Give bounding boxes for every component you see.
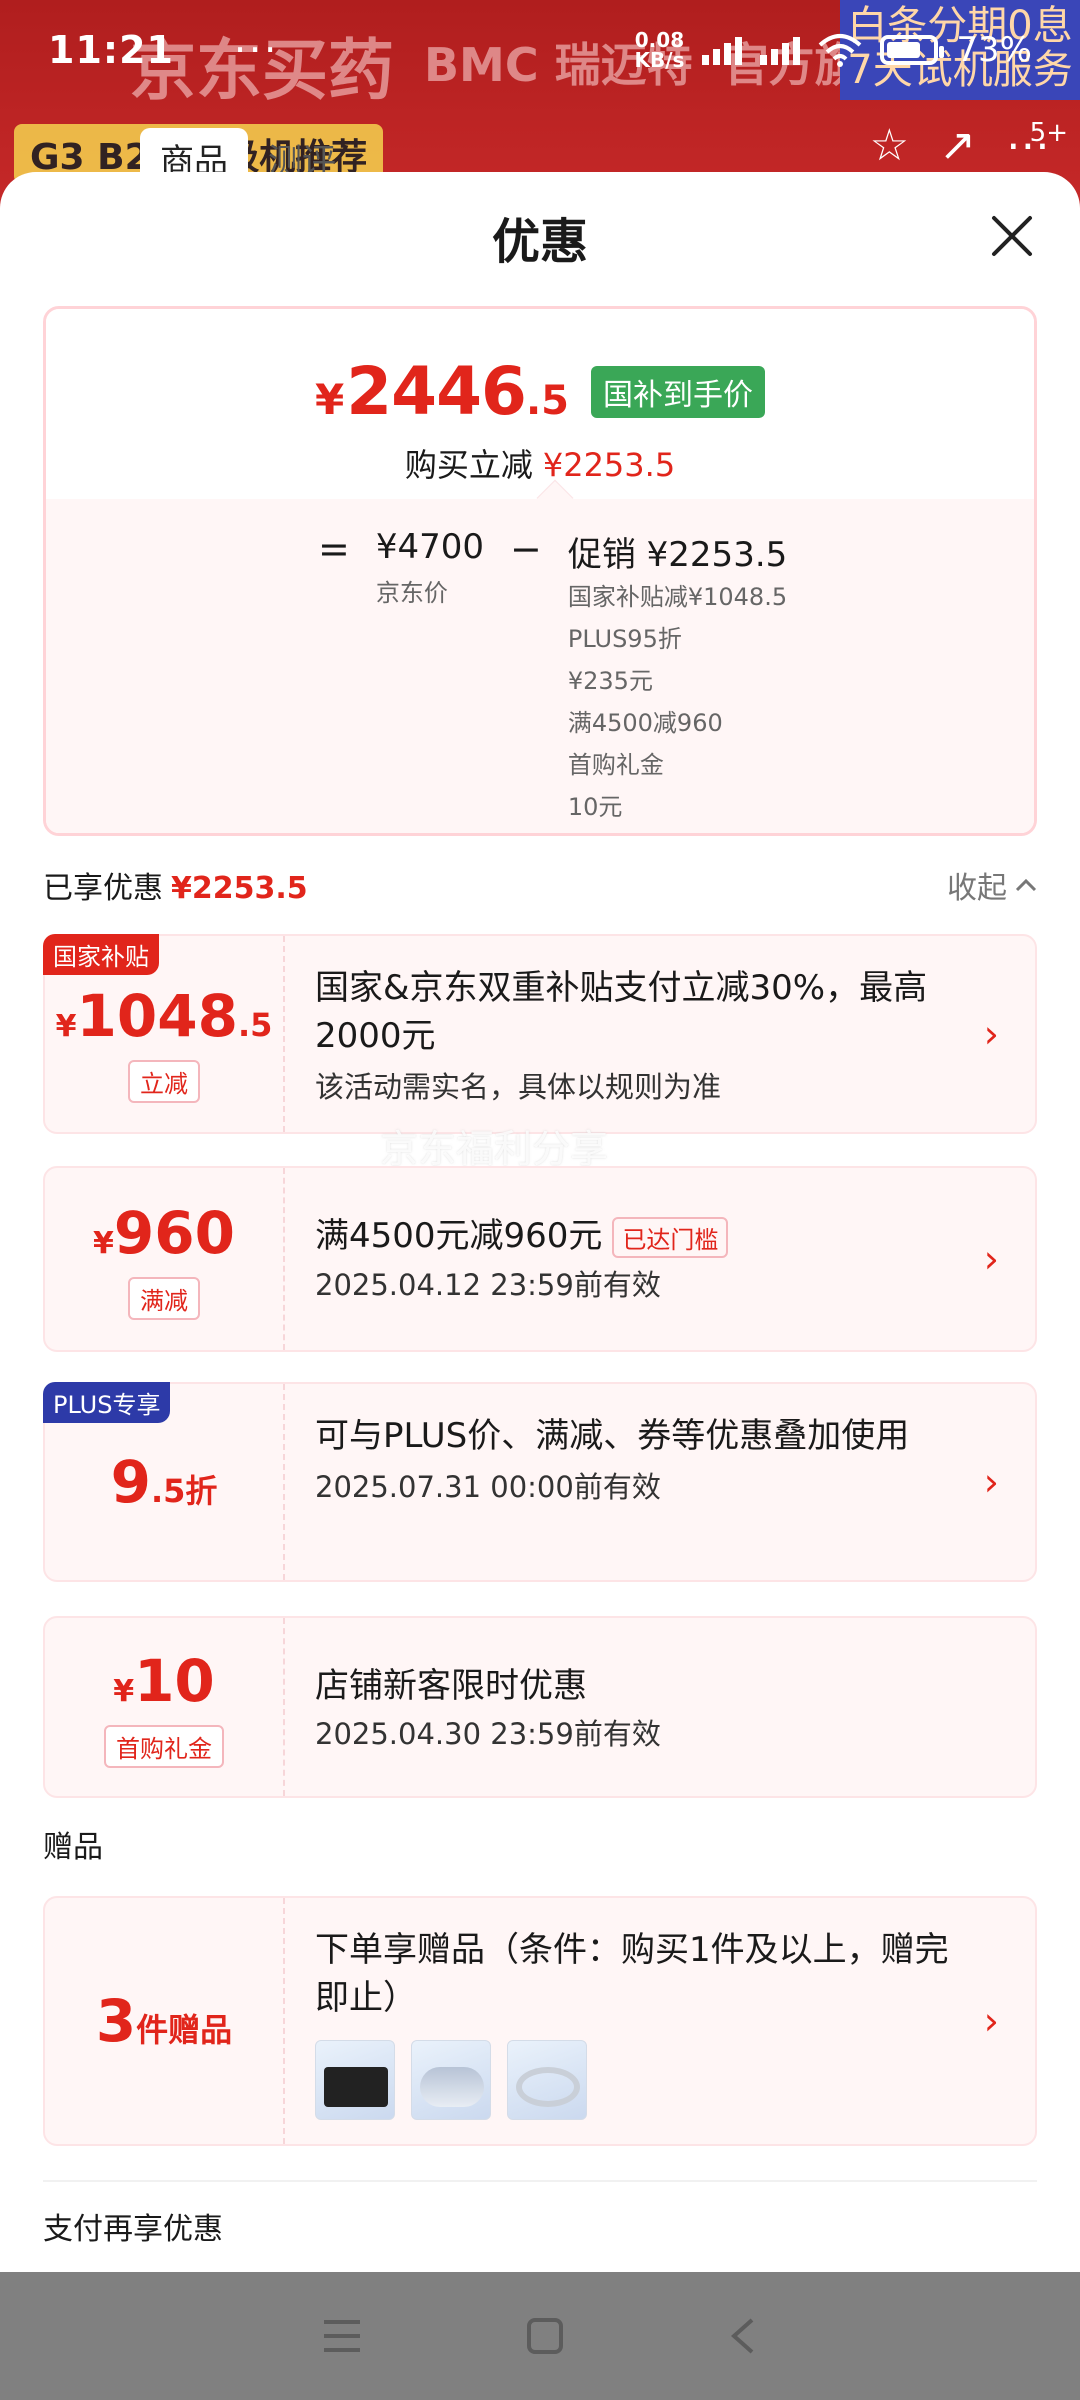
card-amount: 9.5折 [45,1384,285,1580]
final-price: ¥2446.5 国补到手价 [46,353,1034,430]
status-time: 11:21 [48,28,174,72]
chevron-up-icon [1015,878,1037,892]
promo-item: 国家补贴减¥1048.5 [567,583,788,611]
coupon-card-full-reduction[interactable]: ¥960 满减 满4500元减960元 已达门槛 2025.04.12 23:59… [43,1166,1037,1352]
card-title: 可与PLUS价、满减、券等优惠叠加使用 [315,1416,910,1456]
subsidy-price-tag: 国补到手价 [590,365,765,418]
battery-percent: 73% [956,30,1032,70]
card-detail: 满4500元减960元 已达门槛 2025.04.12 23:59前有效 › [285,1168,1035,1350]
equals-sign: = [318,527,350,571]
chevron-right-icon: › [983,1460,999,1504]
cart-badge: 5+ [1029,118,1068,148]
divider [43,2180,1037,2182]
price-summary: ¥2446.5 国补到手价 购买立减 ¥2253.5 = ¥4700 京东价 − … [43,306,1037,836]
card-title: 国家&京东双重补贴支付立减30%，最高2000元 [315,968,928,1056]
gift-count: 3 件赠品 [45,1898,285,2144]
gift-thumbnail[interactable] [411,2040,491,2120]
card-sub: 2025.04.30 23:59前有效 [315,1717,661,1751]
threshold-tag: 已达门槛 [612,1217,729,1258]
reduce-line: 购买立减 ¥2253.5 [404,446,676,484]
sheet-title: 优惠 [491,214,588,270]
card-amount: ¥10 首购礼金 [45,1618,285,1796]
promo-item: 首购礼金 10元 [567,751,664,821]
price-breakdown: = ¥4700 京东价 − 促销 ¥2253.5 国家补贴减¥1048.5 PL… [46,479,1034,833]
gift-text: 下单享赠品（条件：购买1件及以上，赠完即止） [315,1930,949,2018]
promo-col: 促销 ¥2253.5 国家补贴减¥1048.5 PLUS95折 ¥235元 满4… [568,527,787,832]
minus-sign: − [510,527,542,571]
card-amount: ¥1048.5 立减 [45,936,285,1132]
gift-thumbnails [315,2040,955,2120]
card-type-tag: 满减 [128,1276,200,1320]
card-detail: 店铺新客限时优惠 2025.04.30 23:59前有效 [285,1618,1035,1796]
coupon-card-plus[interactable]: PLUS专享 9.5折 可与PLUS价、满减、券等优惠叠加使用 2025.07.… [43,1382,1037,1582]
promo-list: 国家补贴减¥1048.5 PLUS95折 ¥235元 满4500减960 首购礼… [568,580,787,824]
card-title: 店铺新客限时优惠 [315,1666,587,1706]
sheet-header: 优惠 [0,172,1080,302]
network-speed: 0.08 KB/s [634,28,685,72]
card-sub: 该活动需实名，具体以规则为准 [315,1070,722,1104]
back-icon[interactable] [728,2316,758,2356]
final-price-block: ¥2446.5 国补到手价 购买立减 ¥2253.5 [46,309,1034,499]
gift-detail: 下单享赠品（条件：购买1件及以上，赠完即止） › [285,1898,1035,2144]
enjoyed-discount-row: 已享优惠 ¥2253.5 收起 [43,860,1037,910]
notification-dots: ··· [233,28,280,72]
gift-card[interactable]: 3 件赠品 下单享赠品（条件：购买1件及以上，赠完即止） › [43,1896,1037,2146]
menu-icon[interactable] [322,2318,362,2354]
card-type-tag: 首购礼金 [104,1724,224,1768]
close-icon[interactable] [984,208,1040,264]
wifi-icon [819,34,862,67]
jd-price: ¥4700 [375,527,485,567]
price-calculation: = ¥4700 京东价 − 促销 ¥2253.5 国家补贴减¥1048.5 PL… [318,527,787,832]
status-bar: 11:21 ··· 0.08 KB/s 73% [0,0,1080,100]
chevron-right-icon: › [983,1237,999,1281]
promo-item: PLUS95折 ¥235元 [567,625,682,695]
system-nav-bar [0,2272,1080,2400]
watermark: 京东福利分享 [380,1127,609,1171]
home-icon[interactable] [525,2316,565,2356]
promo-item: 满4500减960 [567,709,723,737]
enjoyed-discount: 已享优惠 ¥2253.5 [43,871,308,906]
jd-price-col: ¥4700 京东价 [376,527,484,832]
coupon-card-first-purchase[interactable]: ¥10 首购礼金 店铺新客限时优惠 2025.04.30 23:59前有效 [43,1616,1037,1798]
card-type-tag: 立减 [128,1059,200,1103]
card-amount: ¥960 满减 [45,1168,285,1350]
chevron-right-icon: › [983,1012,999,1056]
card-detail: 国家&京东双重补贴支付立减30%，最高2000元 该活动需实名，具体以规则为准 … [285,936,1035,1132]
chevron-right-icon: › [983,1999,999,2043]
pay-section-title: 支付再享优惠 [43,2212,223,2247]
signal-icon [702,35,743,65]
jd-price-label: 京东价 [375,579,448,607]
gift-thumbnail[interactable] [507,2040,587,2120]
card-title: 满4500元减960元 已达门槛 [315,1208,955,1258]
coupon-card-subsidy[interactable]: 国家补贴 ¥1048.5 立减 国家&京东双重补贴支付立减30%，最高2000元… [43,934,1037,1134]
gift-section-title: 赠品 [43,1830,103,1865]
card-detail: 可与PLUS价、满减、券等优惠叠加使用 2025.07.31 00:00前有效 … [285,1384,1035,1580]
signal-2-icon [760,35,801,65]
status-indicators: 0.08 KB/s 73% [634,30,1032,70]
gift-thumbnail[interactable] [315,2040,395,2120]
card-sub: 2025.04.12 23:59前有效 [315,1268,661,1302]
collapse-button[interactable]: 收起 [947,863,1037,907]
promo-total: 促销 ¥2253.5 [567,535,788,575]
battery-icon [880,35,945,65]
card-sub: 2025.07.31 00:00前有效 [315,1470,661,1504]
